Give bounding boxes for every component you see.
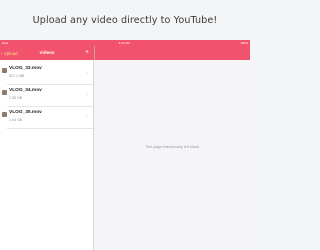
promo-banner: Upload any video directly to YouTube! bbox=[0, 0, 250, 40]
chevron-right-icon: › bbox=[86, 70, 88, 76]
video-name: VLOG_35.mov bbox=[9, 110, 42, 115]
video-row-3[interactable]: VLOG_35.mov 1.04 GB › bbox=[0, 107, 93, 128]
video-row-1[interactable]: VLOG_33.mov 537.1 MB › bbox=[0, 63, 93, 84]
video-thumbnail-icon bbox=[2, 112, 7, 117]
video-name: VLOG_34.mov bbox=[9, 88, 42, 93]
empty-state-message: This page intentionally left blank. bbox=[144, 145, 201, 149]
video-thumbnail-icon bbox=[2, 68, 7, 73]
video-thumbnail-icon bbox=[2, 90, 7, 95]
video-size: 2.35 GB bbox=[9, 96, 23, 100]
nav-title: Videos bbox=[39, 50, 55, 55]
detail-pane: This page intentionally left blank. bbox=[95, 60, 250, 250]
chevron-right-icon: › bbox=[86, 114, 88, 120]
video-size: 1.04 GB bbox=[9, 118, 23, 122]
navigation-bar: ‹ Upload Videos + bbox=[0, 46, 250, 60]
promo-headline: Upload any video directly to YouTube! bbox=[32, 14, 218, 26]
plus-icon[interactable]: + bbox=[83, 48, 91, 58]
video-list: VLOG_33.mov 537.1 MB › VLOG_34.mov 2.35 … bbox=[0, 60, 94, 250]
split-divider bbox=[94, 46, 95, 60]
video-row-2[interactable]: VLOG_34.mov 2.35 GB › bbox=[0, 85, 93, 106]
video-name: VLOG_33.mov bbox=[9, 66, 42, 71]
device-screen: iPad 9:41 AM 100% ‹ Upload Videos + VLOG… bbox=[0, 40, 250, 250]
row-separator bbox=[7, 128, 93, 129]
chevron-right-icon: › bbox=[86, 92, 88, 98]
video-size: 537.1 MB bbox=[9, 74, 25, 78]
